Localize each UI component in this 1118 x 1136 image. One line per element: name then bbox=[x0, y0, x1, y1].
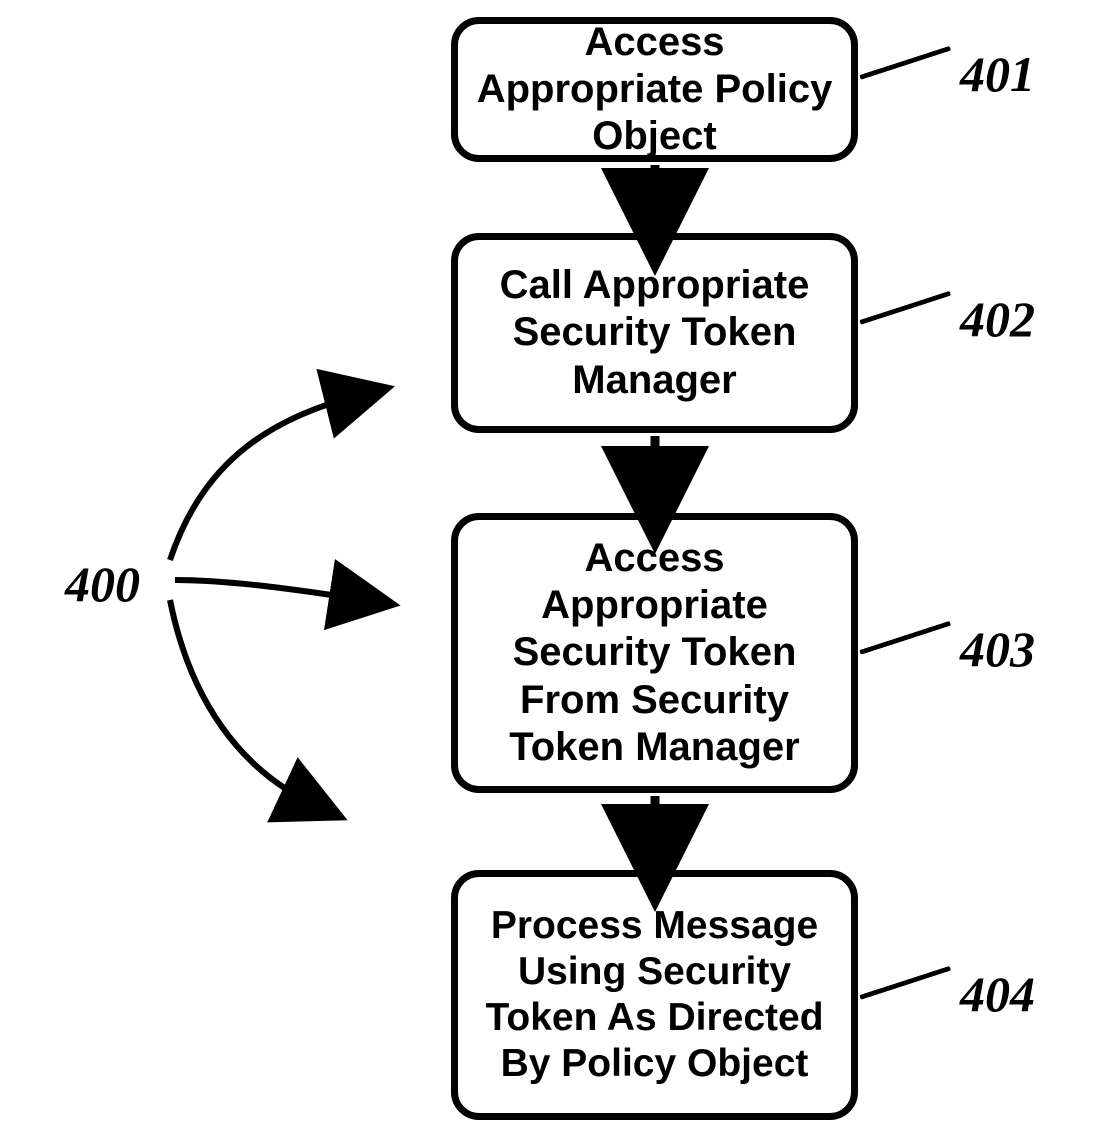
flowchart-canvas: { "diagram": { "group_label": "400", "st… bbox=[0, 0, 1118, 1136]
brace-arrow-middle bbox=[175, 580, 365, 600]
flow-step-text: Access Appropriate Security Token From S… bbox=[468, 535, 841, 771]
flow-step-text: Call Appropriate Security Token Manager bbox=[468, 262, 841, 404]
flow-step-text: Access Appropriate Policy Object bbox=[468, 19, 841, 161]
brace-arrow-bottom bbox=[170, 600, 315, 805]
leader-line-404 bbox=[859, 966, 951, 1000]
step-label-404: 404 bbox=[960, 965, 1035, 1023]
leader-line-402 bbox=[859, 291, 951, 325]
group-label-400: 400 bbox=[65, 555, 140, 613]
flow-step-404: Process Message Using Security Token As … bbox=[451, 870, 858, 1120]
step-label-403: 403 bbox=[960, 620, 1035, 678]
step-label-401: 401 bbox=[960, 45, 1035, 103]
leader-line-403 bbox=[859, 621, 951, 655]
leader-line-401 bbox=[859, 46, 951, 80]
flow-step-text: Process Message Using Security Token As … bbox=[468, 903, 841, 1087]
step-label-402: 402 bbox=[960, 290, 1035, 348]
flow-step-402: Call Appropriate Security Token Manager bbox=[451, 233, 858, 433]
brace-arrow-top bbox=[170, 395, 360, 560]
flow-step-403: Access Appropriate Security Token From S… bbox=[451, 513, 858, 793]
flow-step-401: Access Appropriate Policy Object bbox=[451, 17, 858, 162]
